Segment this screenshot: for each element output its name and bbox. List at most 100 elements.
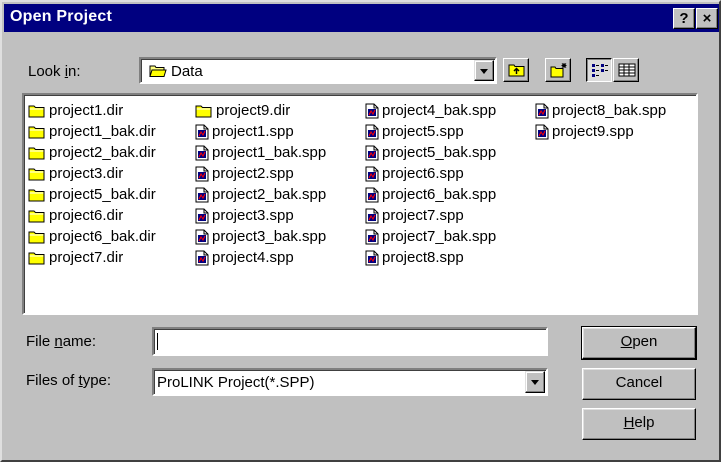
file-item-label: project6_bak.spp bbox=[382, 186, 497, 203]
file-item[interactable]: project2.spp bbox=[195, 163, 326, 184]
file-item-label: project9.dir bbox=[216, 102, 291, 119]
spp-file-icon bbox=[195, 250, 209, 265]
file-item-label: project3.dir bbox=[49, 165, 124, 182]
list-view-button[interactable] bbox=[586, 58, 612, 82]
folder-icon bbox=[28, 231, 45, 243]
folder-item[interactable]: project9.dir bbox=[195, 100, 326, 121]
file-item[interactable]: project6_bak.spp bbox=[365, 184, 496, 205]
file-item-label: project6.spp bbox=[382, 165, 464, 182]
file-item-label: project5.spp bbox=[382, 123, 464, 140]
file-item[interactable]: project1.spp bbox=[195, 121, 326, 142]
spp-file-icon bbox=[365, 229, 379, 244]
file-column: project1.dir project1_bak.dir project2_bak… bbox=[28, 100, 156, 268]
folder-item[interactable]: project5_bak.dir bbox=[28, 184, 156, 205]
folder-icon bbox=[28, 252, 45, 264]
file-item-label: project1_bak.dir bbox=[49, 123, 156, 140]
spp-file-icon bbox=[365, 166, 379, 181]
file-item-label: project1.spp bbox=[212, 123, 294, 140]
spp-file-icon bbox=[195, 208, 209, 223]
details-view-icon bbox=[618, 63, 636, 77]
folder-item[interactable]: project7.dir bbox=[28, 247, 156, 268]
spp-file-icon bbox=[365, 250, 379, 265]
file-name-label: File name: bbox=[26, 333, 97, 350]
spp-file-icon bbox=[365, 208, 379, 223]
folder-item[interactable]: project3.dir bbox=[28, 163, 156, 184]
open-button[interactable]: Open bbox=[581, 326, 697, 360]
spp-file-icon bbox=[195, 124, 209, 139]
window-title: Open Project bbox=[10, 8, 112, 25]
title-bar[interactable]: Open Project ? × bbox=[4, 4, 719, 32]
file-item[interactable]: project8.spp bbox=[365, 247, 496, 268]
help-button[interactable]: Help bbox=[582, 408, 696, 440]
up-one-level-icon bbox=[508, 64, 525, 77]
folder-icon bbox=[28, 210, 45, 222]
file-item-label: project1.dir bbox=[49, 102, 124, 119]
help-context-button[interactable]: ? bbox=[673, 8, 695, 29]
file-item-label: project7_bak.spp bbox=[382, 228, 497, 245]
file-item-label: project2_bak.dir bbox=[49, 144, 156, 161]
folder-item[interactable]: project2_bak.dir bbox=[28, 142, 156, 163]
spp-file-icon bbox=[365, 103, 379, 118]
file-item[interactable]: project5_bak.spp bbox=[365, 142, 496, 163]
cancel-button[interactable]: Cancel bbox=[582, 368, 696, 400]
file-list[interactable]: project1.dir project1_bak.dir project2_bak… bbox=[22, 93, 698, 315]
file-item-label: project5_bak.dir bbox=[49, 186, 156, 203]
folder-item[interactable]: project6_bak.dir bbox=[28, 226, 156, 247]
files-of-type-dropdown-button[interactable] bbox=[525, 371, 545, 393]
look-in-label: Look in: bbox=[28, 63, 81, 80]
folder-icon bbox=[28, 126, 45, 138]
file-column: project9.dir project1.spp project1_bak.spp… bbox=[195, 100, 326, 268]
open-project-dialog: Open Project ? × Look in: Data project1.… bbox=[0, 0, 721, 462]
file-item-label: project3_bak.spp bbox=[212, 228, 327, 245]
file-item[interactable]: project8_bak.spp bbox=[535, 100, 666, 121]
new-folder-button[interactable] bbox=[545, 58, 571, 82]
file-item-label: project4_bak.spp bbox=[382, 102, 497, 119]
file-item[interactable]: project3_bak.spp bbox=[195, 226, 326, 247]
file-item[interactable]: project1_bak.spp bbox=[195, 142, 326, 163]
file-item[interactable]: project3.spp bbox=[195, 205, 326, 226]
file-item[interactable]: project5.spp bbox=[365, 121, 496, 142]
file-item-label: project9.spp bbox=[552, 123, 634, 140]
up-one-level-button[interactable] bbox=[503, 58, 529, 82]
file-item[interactable]: project7.spp bbox=[365, 205, 496, 226]
text-caret bbox=[157, 333, 158, 350]
details-view-button[interactable] bbox=[613, 58, 639, 82]
close-button[interactable]: × bbox=[696, 8, 718, 29]
folder-icon bbox=[28, 147, 45, 159]
file-column: project8_bak.spp project9.spp bbox=[535, 100, 666, 142]
spp-file-icon bbox=[195, 145, 209, 160]
file-item-label: project2_bak.spp bbox=[212, 186, 327, 203]
file-column: project4_bak.spp project5.spp project5_bak… bbox=[365, 100, 496, 268]
folder-icon bbox=[28, 105, 45, 117]
folder-item[interactable]: project6.dir bbox=[28, 205, 156, 226]
file-item-label: project3.spp bbox=[212, 207, 294, 224]
file-item[interactable]: project9.spp bbox=[535, 121, 666, 142]
file-item[interactable]: project7_bak.spp bbox=[365, 226, 496, 247]
folder-item[interactable]: project1.dir bbox=[28, 100, 156, 121]
new-folder-icon bbox=[550, 63, 567, 78]
look-in-dropdown-button[interactable] bbox=[474, 60, 494, 81]
spp-file-icon bbox=[195, 229, 209, 244]
file-item-label: project7.dir bbox=[49, 249, 124, 266]
file-item[interactable]: project4.spp bbox=[195, 247, 326, 268]
spp-file-icon bbox=[365, 145, 379, 160]
files-of-type-combo[interactable]: ProLINK Project(*.SPP) bbox=[152, 368, 548, 396]
file-item-label: project8_bak.spp bbox=[552, 102, 667, 119]
folder-icon bbox=[28, 189, 45, 201]
spp-file-icon bbox=[365, 187, 379, 202]
file-item[interactable]: project2_bak.spp bbox=[195, 184, 326, 205]
file-item-label: project4.spp bbox=[212, 249, 294, 266]
file-item-label: project6.dir bbox=[49, 207, 124, 224]
spp-file-icon bbox=[195, 166, 209, 181]
look-in-combo[interactable]: Data bbox=[139, 57, 497, 84]
file-item-label: project6_bak.dir bbox=[49, 228, 156, 245]
look-in-value: Data bbox=[171, 63, 203, 80]
folder-item[interactable]: project1_bak.dir bbox=[28, 121, 156, 142]
file-item[interactable]: project4_bak.spp bbox=[365, 100, 496, 121]
file-item[interactable]: project6.spp bbox=[365, 163, 496, 184]
spp-file-icon bbox=[535, 103, 549, 118]
spp-file-icon bbox=[365, 124, 379, 139]
file-name-input[interactable] bbox=[152, 327, 548, 356]
folder-icon bbox=[28, 168, 45, 180]
files-of-type-label: Files of type: bbox=[26, 372, 112, 389]
